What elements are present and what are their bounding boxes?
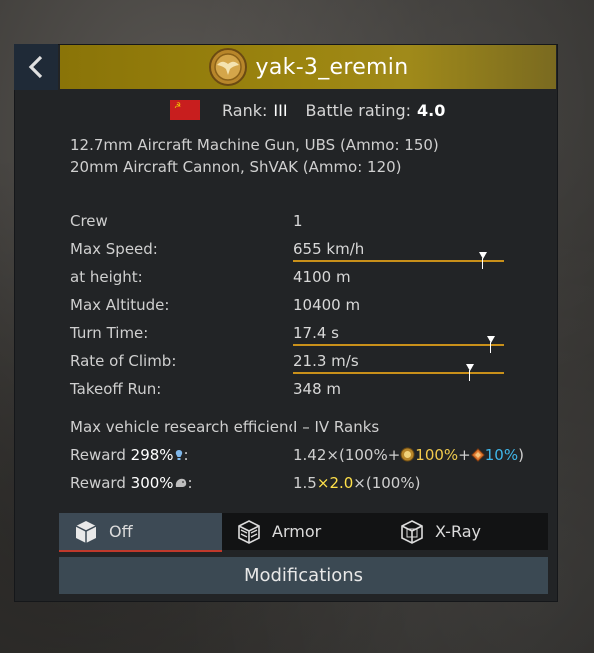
rank-value: III <box>273 100 288 120</box>
weapon-item: 20mm Aircraft Cannon, ShVAK (Ammo: 120) <box>70 158 402 176</box>
battle-rating-value: 4.0 <box>417 100 446 120</box>
stat-value: 10400 m <box>293 296 361 314</box>
stat-value: 1 <box>293 212 303 230</box>
rank-label: Rank: <box>222 100 268 120</box>
research-reward-formula: 1.42×(100%+ 100%+ 10%) <box>293 446 524 464</box>
stat-label: Crew <box>70 212 108 230</box>
sl-rest: ×(100%) <box>353 474 421 492</box>
stat-label: Max Speed: <box>70 240 158 258</box>
stat-bar-marker <box>478 252 487 269</box>
booster-diamond-icon <box>471 448 485 462</box>
premium-eagle-badge-icon <box>208 48 247 86</box>
stat-value: 4100 m <box>293 268 351 286</box>
tab-armor[interactable]: Armor <box>222 513 385 550</box>
xray-cube-icon <box>401 519 423 544</box>
stat-value: 21.3 m/s <box>293 352 359 370</box>
chevron-left-icon <box>28 55 43 79</box>
tab-label: X-Ray <box>435 522 481 541</box>
stat-value: 348 m <box>293 380 342 398</box>
cube-icon <box>75 520 97 543</box>
rewards-section: Max vehicle research efficiency I – IV R… <box>70 418 540 502</box>
rp-premium-pct: 100% <box>415 446 459 464</box>
rank-row: ☭ Rank: III Battle rating: 4.0 <box>170 100 445 120</box>
stat-bar <box>293 336 504 353</box>
stat-value: 17.4 s <box>293 324 339 342</box>
rp-formula-close: ) <box>518 446 524 464</box>
tab-label: Off <box>109 522 133 541</box>
vehicle-title-bar: yak-3_eremin <box>60 45 556 89</box>
rp-formula-open: ×(100%+ <box>326 446 401 464</box>
modifications-button[interactable]: Modifications <box>59 557 548 594</box>
stat-bar-marker <box>487 336 496 353</box>
rp-multiplier: 1.42 <box>293 446 327 464</box>
sl-bonus: 2.0 <box>329 474 354 492</box>
silver-reward-row: Reward 300%: 1.5×2.0×(100%) <box>70 474 540 502</box>
view-mode-tabs: Off Armor X-Ray <box>59 513 548 552</box>
tab-xray[interactable]: X-Ray <box>385 513 548 550</box>
silver-reward-pct: 300% <box>130 474 174 492</box>
stat-label: Max Altitude: <box>70 296 170 314</box>
silver-lions-icon <box>175 478 186 487</box>
stat-value: 655 km/h <box>293 240 365 258</box>
stat-label: at height: <box>70 268 143 286</box>
research-efficiency-label: Max vehicle research efficiency <box>70 418 292 436</box>
stat-row-max-altitude: Max Altitude: 10400 m <box>70 294 540 322</box>
silver-reward-label: Reward 300%: <box>70 474 193 492</box>
stat-label: Rate of Climb: <box>70 352 177 370</box>
premium-coin-icon <box>400 447 415 462</box>
stats-table: Crew 1 Max Speed: 655 km/h at height: 41… <box>70 210 540 406</box>
colon: : <box>183 446 189 464</box>
reward-label: Reward <box>70 446 126 464</box>
plus-sign: + <box>458 446 471 464</box>
tab-label: Armor <box>272 522 322 541</box>
stat-row-at-height: at height: 4100 m <box>70 266 540 294</box>
stat-row-max-speed: Max Speed: 655 km/h <box>70 238 540 269</box>
sl-times: × <box>316 474 330 492</box>
battle-rating-label: Battle rating: <box>305 100 412 120</box>
research-reward-row: Reward 298%: 1.42×(100%+ 100%+ 10%) <box>70 446 540 474</box>
stat-bar <box>293 252 504 269</box>
rp-booster-pct: 10% <box>484 446 519 464</box>
colon: : <box>187 474 193 492</box>
stat-label: Turn Time: <box>70 324 149 342</box>
ussr-flag-icon: ☭ <box>170 100 200 120</box>
research-reward-pct: 298% <box>130 446 174 464</box>
back-button[interactable] <box>14 44 58 90</box>
weapons-list: 12.7mm Aircraft Machine Gun, UBS (Ammo: … <box>70 134 439 178</box>
research-efficiency-row: Max vehicle research efficiency I – IV R… <box>70 418 540 446</box>
stat-row-takeoff-run: Takeoff Run: 348 m <box>70 378 540 406</box>
stat-row-turn-time: Turn Time: 17.4 s <box>70 322 540 353</box>
stat-row-crew: Crew 1 <box>70 210 540 238</box>
research-bulb-icon <box>175 450 182 460</box>
research-efficiency-value: I – IV Ranks <box>293 418 380 436</box>
stat-row-rate-of-climb: Rate of Climb: 21.3 m/s <box>70 350 540 381</box>
stat-bar-marker <box>466 364 475 381</box>
tab-off[interactable]: Off <box>59 513 222 552</box>
stat-label: Takeoff Run: <box>70 380 162 398</box>
reward-label: Reward <box>70 474 126 492</box>
sl-multiplier: 1.5 <box>293 474 317 492</box>
vehicle-name: yak-3_eremin <box>255 54 409 80</box>
weapon-item: 12.7mm Aircraft Machine Gun, UBS (Ammo: … <box>70 136 439 154</box>
research-reward-label: Reward 298%: <box>70 446 189 464</box>
armor-cube-icon <box>238 519 260 544</box>
silver-reward-formula: 1.5×2.0×(100%) <box>293 474 420 492</box>
stat-bar <box>293 364 504 381</box>
